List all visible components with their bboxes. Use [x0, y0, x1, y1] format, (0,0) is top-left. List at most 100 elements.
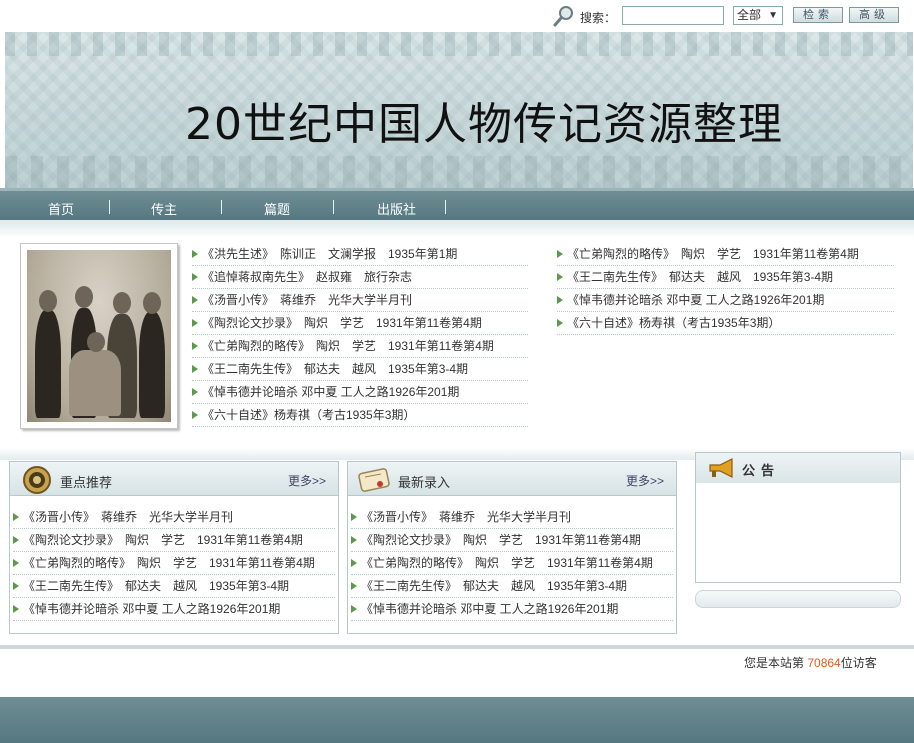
list-item[interactable]: 《追悼蒋叔南先生》 赵叔雍 旅行杂志	[192, 266, 528, 289]
list-item[interactable]: 《六十自述》杨寿祺（考古1935年3期）	[557, 312, 894, 335]
main-nav: 首页 传主 篇题 出版社	[0, 188, 914, 220]
latest-box-title: 最新录入	[398, 475, 451, 490]
search-label: 搜索：	[580, 11, 617, 25]
medal-icon	[23, 466, 51, 494]
arrow-bullet-icon	[192, 342, 198, 350]
photo-figure	[139, 312, 165, 418]
photo-figure-head	[87, 332, 105, 352]
list-item-text: 《悼韦德并论暗杀 邓中夏 工人之路1926年201期	[202, 385, 460, 399]
arrow-bullet-icon	[13, 582, 19, 590]
site-title: 20世纪中国人物传记资源整理	[185, 99, 783, 150]
visitor-prefix: 您是本站第	[744, 656, 805, 670]
top-search-bar: 搜索： 全部 ▼ 检索 高级	[0, 0, 914, 32]
notice-panel: 公告	[695, 452, 901, 583]
footer-bar	[0, 697, 914, 743]
list-item[interactable]: 《汤晋小传》 蒋维乔 光华大学半月刊	[351, 506, 673, 529]
list-item-text: 《陶烈论文抄录》 陶炽 学艺 1931年第11卷第4期	[23, 533, 303, 547]
list-item-text: 《王二南先生传》 郁达夫 越风 1935年第3-4期	[23, 579, 290, 593]
list-item[interactable]: 《汤晋小传》 蒋维乔 光华大学半月刊	[13, 506, 335, 529]
list-item-text: 《汤晋小传》 蒋维乔 光华大学半月刊	[361, 510, 572, 524]
list-item[interactable]: 《王二南先生传》 郁达夫 越风 1935年第3-4期	[557, 266, 894, 289]
arrow-bullet-icon	[192, 273, 198, 281]
visitor-count: 70864	[807, 656, 841, 670]
list-item-text: 《六十自述》杨寿祺（考古1935年3期）	[567, 316, 781, 330]
list-item[interactable]: 《洪先生述》 陈训正 文澜学报 1935年第1期	[192, 243, 528, 266]
list-item[interactable]: 《王二南先生传》 郁达夫 越风 1935年第3-4期	[192, 358, 528, 381]
list-item-text: 《亡弟陶烈的略传》 陶炽 学艺 1931年第11卷第4期	[567, 247, 859, 261]
recommend-box-title: 重点推荐	[60, 475, 113, 490]
photo-figure-head	[75, 286, 93, 308]
arrow-bullet-icon	[13, 605, 19, 613]
list-item-text: 《悼韦德并论暗杀 邓中夏 工人之路1926年201期	[23, 602, 281, 616]
nav-separator	[333, 200, 334, 214]
megaphone-icon	[709, 458, 733, 478]
arrow-bullet-icon	[192, 250, 198, 258]
arrow-bullet-icon	[557, 319, 563, 327]
site-banner: 20世纪中国人物传记资源整理	[5, 32, 913, 192]
recommend-more-link[interactable]: 更多>>	[288, 472, 326, 489]
list-item[interactable]: 《亡弟陶烈的略传》 陶炽 学艺 1931年第11卷第4期	[557, 243, 894, 266]
arrow-bullet-icon	[192, 296, 198, 304]
notice-title: 公告	[742, 463, 781, 478]
magnifier-icon	[553, 6, 573, 27]
latest-box-header: 最新录入 更多>>	[348, 462, 676, 496]
arrow-bullet-icon	[192, 319, 198, 327]
list-item[interactable]: 《悼韦德并论暗杀 邓中夏 工人之路1926年201期	[557, 289, 894, 312]
list-item-text: 《六十自述》杨寿祺（考古1935年3期）	[202, 408, 416, 422]
arrow-bullet-icon	[13, 536, 19, 544]
arrow-bullet-icon	[351, 605, 357, 613]
notice-header: 公告	[696, 453, 900, 483]
visitor-suffix: 位访客	[840, 656, 877, 670]
photo-figure	[35, 310, 61, 418]
latest-more-link[interactable]: 更多>>	[626, 472, 664, 489]
nav-item-biographee[interactable]: 传主	[151, 199, 177, 218]
list-item[interactable]: 《六十自述》杨寿祺（考古1935年3期）	[192, 404, 528, 427]
arrow-bullet-icon	[557, 273, 563, 281]
list-item-text: 《王二南先生传》 郁达夫 越风 1935年第3-4期	[567, 270, 834, 284]
list-item-text: 《汤晋小传》 蒋维乔 光华大学半月刊	[202, 293, 413, 307]
featured-photo-frame[interactable]	[20, 243, 178, 429]
list-item-text: 《陶烈论文抄录》 陶炽 学艺 1931年第11卷第4期	[202, 316, 482, 330]
arrow-bullet-icon	[351, 536, 357, 544]
list-item[interactable]: 《陶烈论文抄录》 陶炽 学艺 1931年第11卷第4期	[13, 529, 335, 552]
nav-item-titles[interactable]: 篇题	[264, 199, 290, 218]
list-item-text: 《陶烈论文抄录》 陶炽 学艺 1931年第11卷第4期	[361, 533, 641, 547]
list-item[interactable]: 《亡弟陶烈的略传》 陶炽 学艺 1931年第11卷第4期	[192, 335, 528, 358]
arrow-bullet-icon	[351, 582, 357, 590]
list-item[interactable]: 《陶烈论文抄录》 陶炽 学艺 1931年第11卷第4期	[192, 312, 528, 335]
list-item-text: 《追悼蒋叔南先生》 赵叔雍 旅行杂志	[202, 270, 413, 284]
list-item-text: 《亡弟陶烈的略传》 陶炽 学艺 1931年第11卷第4期	[361, 556, 653, 570]
historical-group-photo	[27, 250, 171, 422]
nav-item-publisher[interactable]: 出版社	[377, 199, 416, 218]
scroll-icon	[358, 468, 390, 492]
arrow-bullet-icon	[192, 388, 198, 396]
list-item-text: 《亡弟陶烈的略传》 陶炽 学艺 1931年第11卷第4期	[23, 556, 315, 570]
nav-item-home[interactable]: 首页	[48, 199, 74, 218]
arrow-bullet-icon	[192, 411, 198, 419]
search-button[interactable]: 检索	[793, 7, 843, 23]
list-item[interactable]: 《悼韦德并论暗杀 邓中夏 工人之路1926年201期	[351, 598, 673, 621]
list-item[interactable]: 《亡弟陶烈的略传》 陶炽 学艺 1931年第11卷第4期	[351, 552, 673, 575]
list-item[interactable]: 《汤晋小传》 蒋维乔 光华大学半月刊	[192, 289, 528, 312]
list-item-text: 《悼韦德并论暗杀 邓中夏 工人之路1926年201期	[567, 293, 825, 307]
list-item[interactable]: 《悼韦德并论暗杀 邓中夏 工人之路1926年201期	[192, 381, 528, 404]
search-input[interactable]	[622, 6, 724, 25]
list-item[interactable]: 《王二南先生传》 郁达夫 越风 1935年第3-4期	[13, 575, 335, 598]
notice-scrollbar[interactable]	[695, 590, 901, 608]
list-item-text: 《王二南先生传》 郁达夫 越风 1935年第3-4期	[361, 579, 628, 593]
search-scope-value: 全部	[737, 8, 762, 22]
list-item[interactable]: 《王二南先生传》 郁达夫 越风 1935年第3-4期	[351, 575, 673, 598]
list-item[interactable]: 《陶烈论文抄录》 陶炽 学艺 1931年第11卷第4期	[351, 529, 673, 552]
visitor-counter: 您是本站第 70864位访客	[744, 654, 877, 671]
nav-separator	[445, 200, 446, 214]
list-item-text: 《王二南先生传》 郁达夫 越风 1935年第3-4期	[202, 362, 469, 376]
arrow-bullet-icon	[13, 559, 19, 567]
list-item-text: 《汤晋小传》 蒋维乔 光华大学半月刊	[23, 510, 234, 524]
nav-separator	[109, 200, 110, 214]
list-item[interactable]: 《悼韦德并论暗杀 邓中夏 工人之路1926年201期	[13, 598, 335, 621]
advanced-search-button[interactable]: 高级	[849, 7, 899, 23]
latest-box: 最新录入 更多>> 《汤晋小传》 蒋维乔 光华大学半月刊 《陶烈论文抄录》 陶炽…	[347, 461, 677, 634]
search-scope-select[interactable]: 全部 ▼	[733, 6, 783, 25]
photo-figure-head	[39, 290, 57, 312]
list-item[interactable]: 《亡弟陶烈的略传》 陶炽 学艺 1931年第11卷第4期	[13, 552, 335, 575]
